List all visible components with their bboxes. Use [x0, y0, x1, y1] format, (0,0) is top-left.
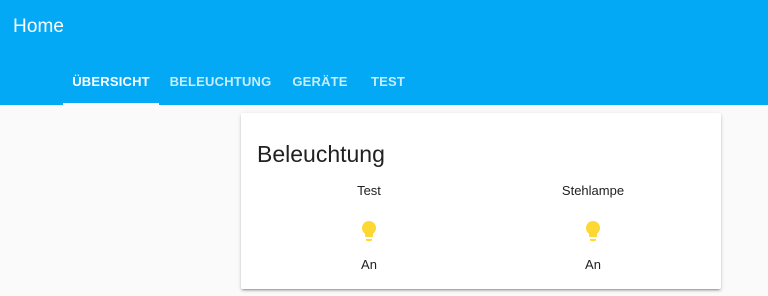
entity-stehlampe[interactable]: Stehlampe An — [481, 183, 705, 273]
view-tabs: ÜBERSICHT BELEUCHTUNG GERÄTE TEST — [63, 58, 418, 105]
tab-geraete[interactable]: GERÄTE — [282, 58, 358, 105]
app-title: Home — [13, 16, 65, 37]
lightbulb-icon[interactable] — [357, 219, 381, 243]
tab-beleuchtung[interactable]: BELEUCHTUNG — [159, 58, 282, 105]
entity-test[interactable]: Test An — [257, 183, 481, 273]
tab-uebersicht[interactable]: ÜBERSICHT — [63, 58, 159, 105]
card-title: Beleuchtung — [257, 141, 385, 167]
app-header: Home ÜBERSICHT BELEUCHTUNG GERÄTE TEST — [0, 0, 768, 105]
lighting-card: Beleuchtung Test An Stehlampe An — [241, 113, 721, 289]
tab-test[interactable]: TEST — [358, 58, 418, 105]
entity-row: Test An Stehlampe An — [257, 183, 705, 273]
entity-name: Stehlampe — [561, 183, 625, 198]
entity-state: An — [585, 257, 601, 272]
entity-state: An — [361, 257, 377, 272]
lightbulb-icon[interactable] — [581, 219, 605, 243]
entity-name: Test — [357, 183, 381, 198]
